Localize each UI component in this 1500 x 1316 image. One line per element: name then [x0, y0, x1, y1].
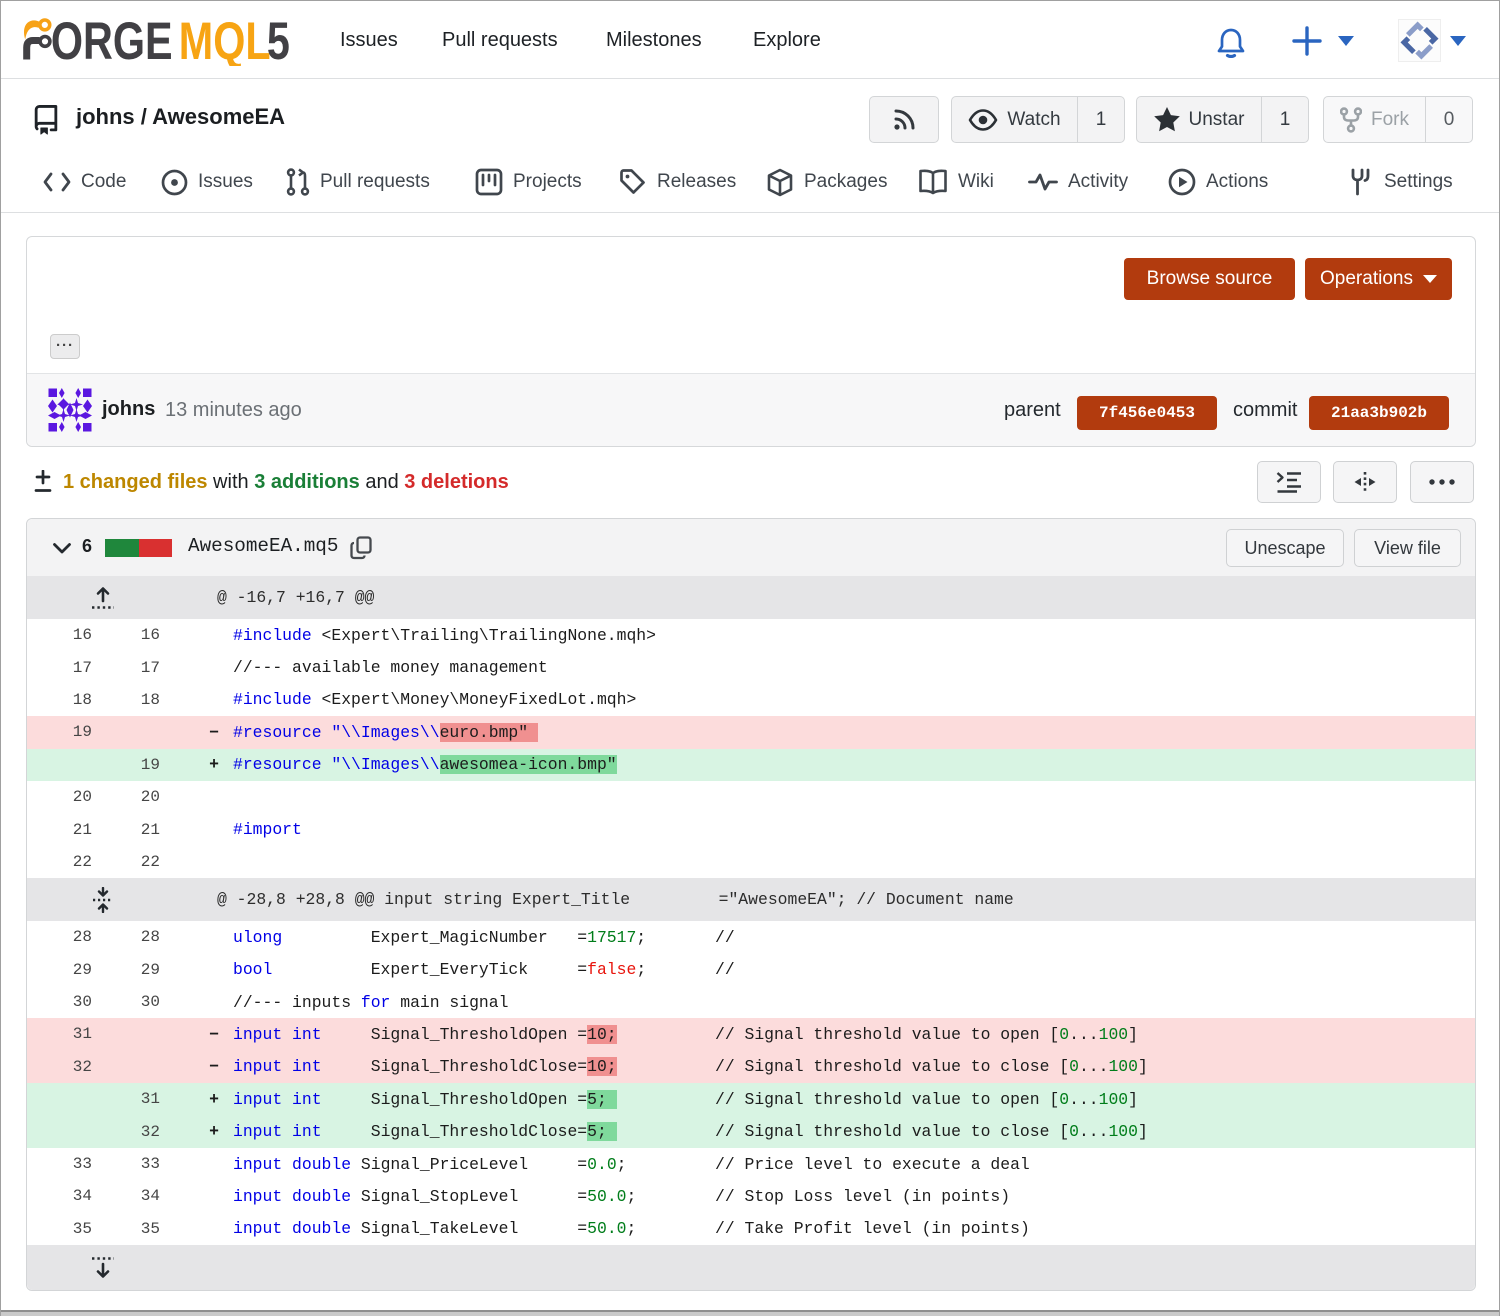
svg-text:5: 5 [267, 17, 290, 66]
svg-text:MQL: MQL [179, 17, 271, 66]
svg-text:ORGE: ORGE [51, 17, 173, 66]
